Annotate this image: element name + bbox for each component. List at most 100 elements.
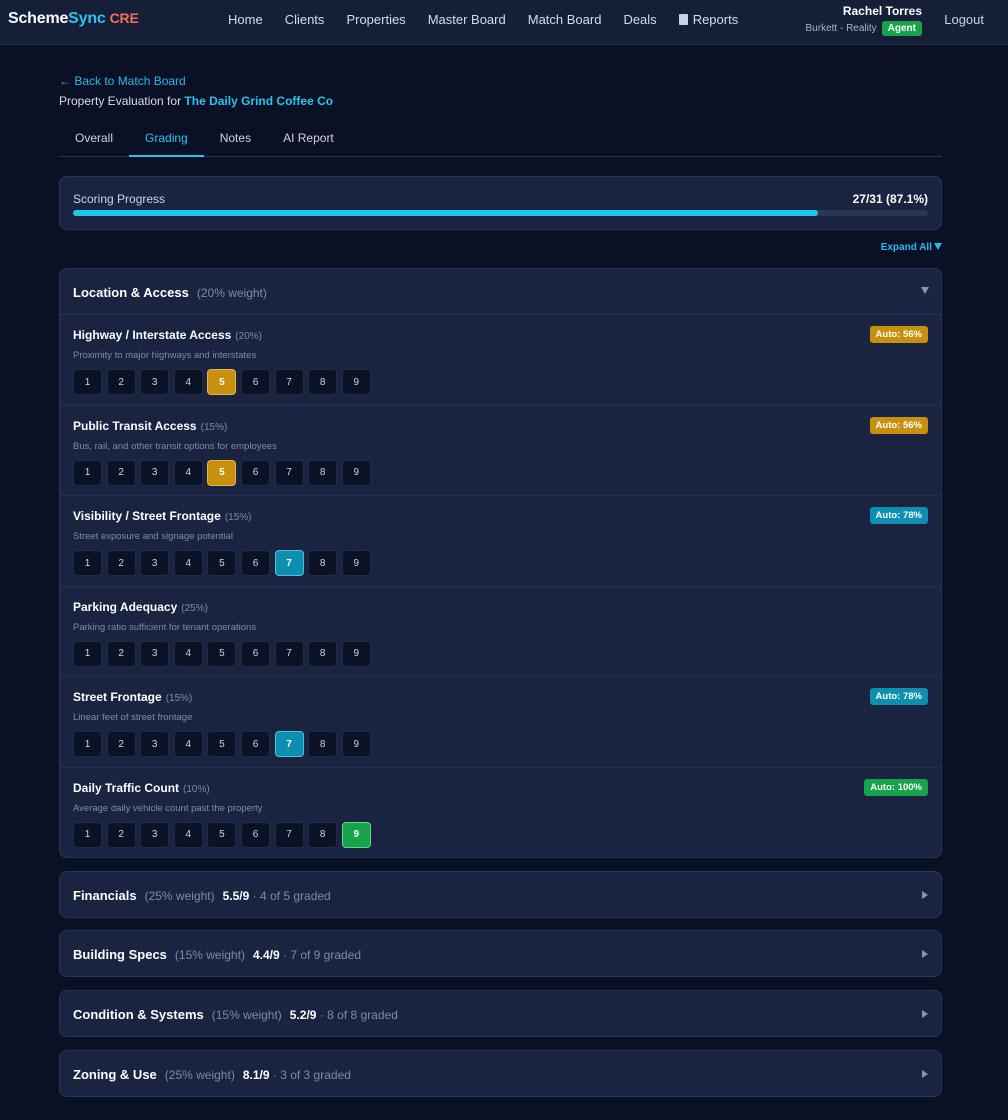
score-button-5[interactable]: 5 <box>207 640 237 667</box>
score-button-1[interactable]: 1 <box>73 821 102 848</box>
criterion-title-text: Street Frontage <box>73 690 162 705</box>
score-button-6[interactable]: 6 <box>240 459 270 486</box>
score-button-8[interactable]: 8 <box>308 640 338 667</box>
score-button-9[interactable]: 9 <box>341 640 371 667</box>
score-button-2[interactable]: 2 <box>106 550 136 577</box>
nav-master-board[interactable]: Master Board <box>428 12 506 27</box>
score-button-3[interactable]: 3 <box>140 459 170 486</box>
section-collapsed[interactable]: Zoning & Use (25% weight) 8.1/9 · 3 of 3 g… <box>59 1050 942 1097</box>
score-button-8[interactable]: 8 <box>308 731 338 758</box>
section-header[interactable]: Location & Access (20% weight) <box>60 269 941 315</box>
section-weight: (20% weight) <box>196 286 267 300</box>
nav-clients[interactable]: Clients <box>285 12 325 27</box>
nav-properties[interactable]: Properties <box>346 12 405 27</box>
score-button-9[interactable]: 9 <box>341 731 371 758</box>
score-scale: 123456789 <box>73 369 375 395</box>
section-collapsed[interactable]: Financials (25% weight) 5.5/9 · 4 of 5 gra… <box>59 871 942 918</box>
score-button-6[interactable]: 6 <box>240 550 270 577</box>
score-button-5[interactable]: 5 <box>207 731 237 758</box>
expand-all-button[interactable]: Expand All <box>881 242 942 253</box>
nav-reports-label: Reports <box>692 12 739 27</box>
brand-logo[interactable]: SchemeSync CRE <box>8 10 139 28</box>
criterion-title: Daily Traffic Count (10%) <box>73 781 210 795</box>
score-button-7[interactable]: 7 <box>274 459 304 486</box>
nav-deals[interactable]: Deals <box>623 12 656 27</box>
caret-right-icon[interactable] <box>922 950 928 958</box>
score-button-7[interactable]: 7 <box>274 640 304 667</box>
score-button-7[interactable]: 7 <box>274 821 304 848</box>
score-button-5[interactable]: 5 <box>207 821 237 848</box>
score-button-8[interactable]: 8 <box>308 459 338 486</box>
score-button-8[interactable]: 8 <box>308 550 338 577</box>
criterion-row: Highway / Interstate Access (20%) Proximit… <box>60 315 941 406</box>
score-button-2[interactable]: 2 <box>106 640 136 667</box>
score-button-6[interactable]: 6 <box>240 821 270 848</box>
score-button-5[interactable]: 5 <box>207 459 237 486</box>
score-button-5[interactable]: 5 <box>207 369 237 395</box>
score-button-9[interactable]: 9 <box>341 459 371 486</box>
score-button-2[interactable]: 2 <box>106 459 136 486</box>
criterion-title-text: Daily Traffic Count <box>73 780 180 795</box>
caret-right-icon[interactable] <box>922 1010 928 1018</box>
score-button-8[interactable]: 8 <box>308 821 338 848</box>
score-button-8[interactable]: 8 <box>308 369 338 395</box>
section-collapsed[interactable]: Condition & Systems (15% weight) 5.2/9 · 8… <box>59 990 942 1037</box>
tab-overall[interactable]: Overall <box>59 122 129 157</box>
score-scale: 123456789 <box>73 731 375 758</box>
score-button-2[interactable]: 2 <box>106 821 136 848</box>
criterion-description: Average daily vehicle count past the pro… <box>73 802 263 814</box>
score-button-4[interactable]: 4 <box>173 459 203 486</box>
logout-link[interactable]: Logout <box>944 12 984 27</box>
score-button-4[interactable]: 4 <box>173 369 203 395</box>
criterion-title-text: Highway / Interstate Access <box>73 328 232 342</box>
caret-right-icon[interactable] <box>922 1070 928 1078</box>
role-badge: Agent <box>881 21 922 36</box>
score-button-5[interactable]: 5 <box>207 550 237 577</box>
caret-right-icon[interactable] <box>922 891 928 899</box>
nav-reports[interactable]: Reports <box>678 12 739 27</box>
progress-value: 27/31 (87.1%) <box>852 192 928 206</box>
score-button-4[interactable]: 4 <box>173 821 203 848</box>
score-button-3[interactable]: 3 <box>140 821 170 848</box>
client-name[interactable]: The Daily Grind Coffee Co <box>184 94 333 108</box>
score-button-4[interactable]: 4 <box>173 640 203 667</box>
progress-track <box>73 210 928 216</box>
score-button-2[interactable]: 2 <box>106 731 136 758</box>
section-collapsed[interactable]: Building Specs (15% weight) 4.4/9 · 7 of 9… <box>59 930 942 977</box>
score-button-9[interactable]: 9 <box>341 369 371 395</box>
auto-score-badge: Auto: 56% <box>869 416 928 434</box>
criterion-description: Proximity to major highways and intersta… <box>73 350 257 361</box>
document-icon <box>678 14 688 25</box>
score-button-6[interactable]: 6 <box>240 640 270 667</box>
score-scale: 123456789 <box>73 550 375 577</box>
section-title: Zoning & Use <box>73 1067 157 1082</box>
score-button-1[interactable]: 1 <box>73 731 102 758</box>
score-button-4[interactable]: 4 <box>173 550 203 577</box>
score-button-2[interactable]: 2 <box>106 369 136 395</box>
score-button-3[interactable]: 3 <box>140 369 170 395</box>
section-weight: (25% weight) <box>144 889 215 903</box>
score-button-6[interactable]: 6 <box>240 369 270 395</box>
score-button-1[interactable]: 1 <box>73 550 102 577</box>
score-button-3[interactable]: 3 <box>140 640 170 667</box>
score-button-4[interactable]: 4 <box>173 731 203 758</box>
score-button-3[interactable]: 3 <box>140 731 170 758</box>
score-button-7[interactable]: 7 <box>274 550 304 577</box>
score-button-1[interactable]: 1 <box>73 459 102 486</box>
score-button-9[interactable]: 9 <box>341 821 371 848</box>
score-button-3[interactable]: 3 <box>140 550 170 577</box>
score-button-1[interactable]: 1 <box>73 369 102 395</box>
section-title-text: Location & Access <box>73 285 189 300</box>
nav-home[interactable]: Home <box>228 12 263 27</box>
score-button-9[interactable]: 9 <box>341 550 371 577</box>
score-button-6[interactable]: 6 <box>240 731 270 758</box>
tab-ai-report[interactable]: AI Report <box>267 122 350 157</box>
caret-down-icon[interactable] <box>921 287 929 294</box>
tab-notes[interactable]: Notes <box>204 122 267 157</box>
score-button-7[interactable]: 7 <box>274 731 304 758</box>
tab-grading[interactable]: Grading <box>129 122 204 157</box>
score-button-7[interactable]: 7 <box>274 369 304 395</box>
score-button-1[interactable]: 1 <box>73 640 102 667</box>
back-link[interactable]: ← Back to Match Board <box>59 74 186 88</box>
nav-match-board[interactable]: Match Board <box>528 12 602 27</box>
